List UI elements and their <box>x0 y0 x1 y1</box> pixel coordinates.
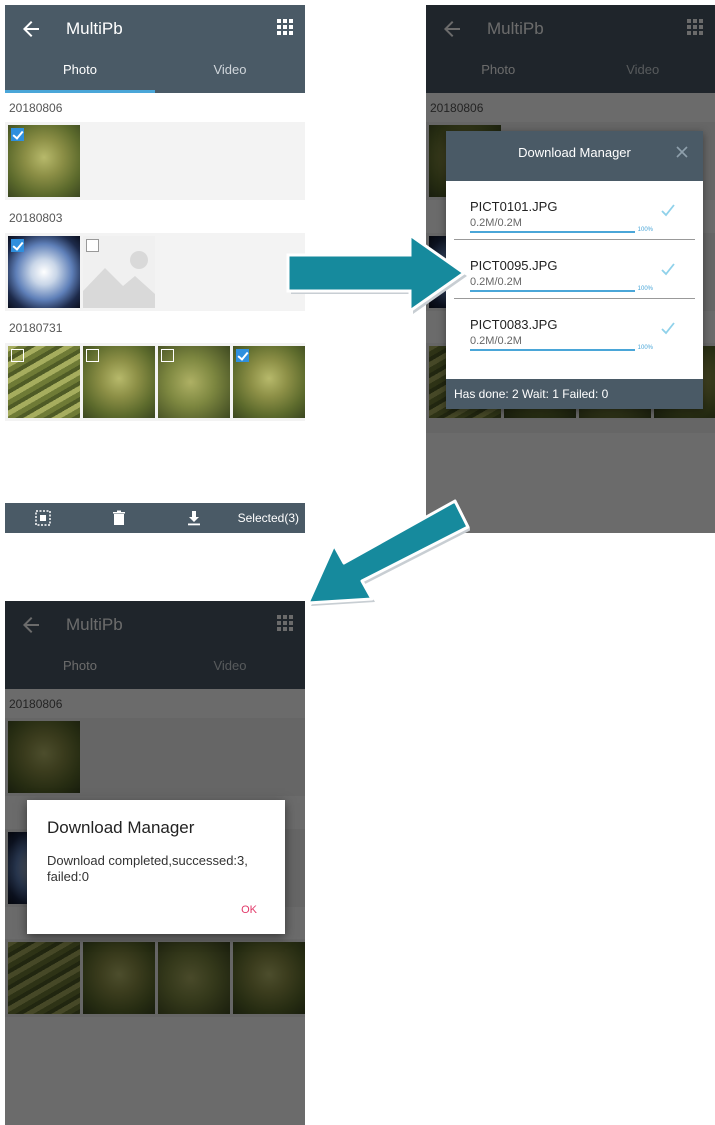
progress-bar <box>470 290 635 292</box>
bottom-toolbar: Selected(3) <box>5 503 305 533</box>
phone-screen-gallery: MultiPb Photo Video 20180806 20180803 20… <box>5 5 305 533</box>
progress-bar <box>470 231 635 233</box>
photo-row <box>5 343 305 421</box>
ok-button[interactable]: OK <box>241 904 257 916</box>
photo-row <box>5 122 305 200</box>
progress-percent: 100% <box>637 227 653 233</box>
grid-view-icon[interactable] <box>277 19 293 35</box>
download-icon[interactable] <box>186 510 202 526</box>
checkbox-unchecked[interactable] <box>11 349 24 362</box>
arrow-right-icon <box>286 232 467 314</box>
progress-percent: 100% <box>637 286 653 292</box>
download-manager-dialog: Download Manager PICT0101.JPG 0.2M/0.2M … <box>446 131 703 409</box>
progress-bar <box>470 349 635 351</box>
check-icon <box>661 204 675 217</box>
tab-photo[interactable]: Photo <box>5 55 155 93</box>
tab-video[interactable]: Video <box>155 55 305 93</box>
dialog-title: Download Manager <box>47 818 195 837</box>
progress-percent: 100% <box>637 345 653 351</box>
check-icon <box>661 322 675 335</box>
photo-thumbnail[interactable] <box>233 346 305 418</box>
checkbox-checked[interactable] <box>236 349 249 362</box>
photo-thumbnail[interactable] <box>8 346 80 418</box>
trash-icon[interactable] <box>111 510 127 526</box>
download-item: PICT0083.JPG 0.2M/0.2M 100% <box>454 299 695 358</box>
photo-thumbnail[interactable] <box>83 236 155 308</box>
app-bar: MultiPb Photo Video <box>5 5 305 93</box>
arrow-down-left-icon <box>306 499 470 606</box>
checkbox-checked[interactable] <box>11 239 24 252</box>
photo-thumbnail[interactable] <box>158 346 230 418</box>
download-item: PICT0095.JPG 0.2M/0.2M 100% <box>454 240 695 299</box>
date-header: 20180806 <box>9 101 63 115</box>
photo-thumbnail[interactable] <box>8 236 80 308</box>
dialog-title: Download Manager <box>518 145 631 160</box>
download-complete-dialog: Download Manager Download completed,succ… <box>27 800 285 934</box>
check-icon <box>661 263 675 276</box>
file-size: 0.2M/0.2M <box>470 217 522 229</box>
photo-row <box>5 233 305 311</box>
photo-thumbnail[interactable] <box>8 125 80 197</box>
file-name: PICT0083.JPG <box>470 317 558 332</box>
dialog-header: Download Manager <box>446 131 703 181</box>
checkbox-checked[interactable] <box>11 128 24 141</box>
date-header: 20180731 <box>9 321 63 335</box>
photo-thumbnail[interactable] <box>83 346 155 418</box>
dialog-message: Download completed,successed:3, failed:0 <box>47 853 248 884</box>
file-size: 0.2M/0.2M <box>470 335 522 347</box>
download-item: PICT0101.JPG 0.2M/0.2M 100% <box>454 181 695 240</box>
download-status-bar: Has done: 2 Wait: 1 Failed: 0 <box>446 379 703 409</box>
phone-screen-complete: MultiPb Photo Video 20180806 Download Ma… <box>5 601 305 1125</box>
date-header: 20180803 <box>9 211 63 225</box>
select-all-icon[interactable] <box>35 510 51 526</box>
close-icon[interactable] <box>675 145 689 159</box>
back-arrow-icon[interactable] <box>19 17 43 41</box>
selected-count: Selected(3) <box>237 511 299 525</box>
checkbox-unchecked[interactable] <box>161 349 174 362</box>
file-size: 0.2M/0.2M <box>470 276 522 288</box>
tab-bar: Photo Video <box>5 55 305 93</box>
file-name: PICT0101.JPG <box>470 199 558 214</box>
app-title: MultiPb <box>66 19 123 38</box>
checkbox-unchecked[interactable] <box>86 239 99 252</box>
file-name: PICT0095.JPG <box>470 258 558 273</box>
checkbox-unchecked[interactable] <box>86 349 99 362</box>
tab-indicator <box>5 90 155 93</box>
